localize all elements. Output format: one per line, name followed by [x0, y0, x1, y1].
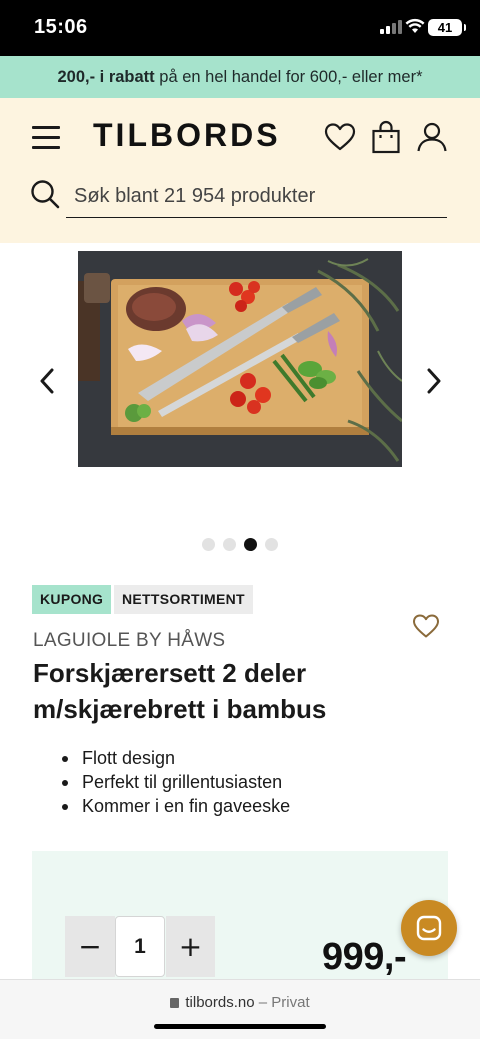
- product-brand[interactable]: LAGUIOLE BY HÅWS: [33, 630, 225, 652]
- lock-icon: [170, 998, 180, 1008]
- wifi-icon: [405, 18, 425, 33]
- add-to-favorites-heart-icon[interactable]: [412, 613, 440, 639]
- private-mode-label: Privat: [271, 994, 310, 1011]
- feature-item: Flott design: [62, 746, 290, 770]
- search-input[interactable]: [66, 176, 447, 218]
- previous-image-arrow-icon[interactable]: [35, 366, 61, 396]
- product-image[interactable]: [78, 251, 402, 467]
- status-time: 15:06: [34, 16, 88, 38]
- cellular-signal-icon: [380, 20, 402, 34]
- site-logo[interactable]: TILBORDS: [93, 117, 281, 154]
- badge-kupong: KUPONG: [32, 585, 112, 614]
- url-domain: tilbords.no: [185, 994, 255, 1011]
- user-account-icon[interactable]: [416, 121, 448, 153]
- increase-quantity-button[interactable]: +: [166, 916, 215, 977]
- product-photo: [78, 251, 402, 467]
- chat-bubble-icon: [416, 915, 442, 941]
- promo-text: på en hel handel for 600,- eller mer*: [154, 68, 423, 86]
- gallery-dot[interactable]: [223, 538, 236, 551]
- wishlist-heart-icon[interactable]: [324, 122, 356, 152]
- gallery-pagination: [200, 538, 282, 552]
- quantity-field[interactable]: 1: [115, 916, 165, 977]
- gallery-dot[interactable]: [202, 538, 215, 551]
- browser-address-bar[interactable]: tilbords.no – Privat: [0, 979, 480, 1039]
- product-title: Forskjærersett 2 deler m/skjærebrett i b…: [33, 658, 327, 724]
- home-indicator[interactable]: [154, 1024, 326, 1029]
- search-icon[interactable]: [30, 179, 60, 209]
- shopping-bag-icon[interactable]: [371, 120, 401, 154]
- hamburger-menu-icon[interactable]: [32, 126, 60, 150]
- battery-indicator: 41: [428, 19, 466, 36]
- chat-support-button[interactable]: [401, 900, 457, 956]
- feature-item: Kommer i en fin gaveeske: [62, 794, 290, 818]
- status-bar: 15:06 41: [0, 0, 480, 56]
- address-url[interactable]: tilbords.no – Privat: [0, 994, 480, 1011]
- badge-nettsortiment: NETTSORTIMENT: [114, 585, 253, 614]
- next-image-arrow-icon[interactable]: [420, 366, 446, 396]
- product-price: 999,-: [322, 936, 407, 978]
- promo-banner[interactable]: 200,- i rabatt på en hel handel for 600,…: [0, 56, 480, 98]
- gallery-dot-active[interactable]: [244, 538, 257, 551]
- decrease-quantity-button[interactable]: −: [65, 916, 115, 977]
- gallery-dot[interactable]: [265, 538, 278, 551]
- promo-highlight: 200,- i rabatt: [57, 68, 155, 86]
- url-separator: –: [254, 994, 272, 1011]
- feature-item: Perfekt til grillentusiasten: [62, 770, 290, 794]
- product-features: Flott design Perfekt til grillentusiaste…: [62, 746, 290, 818]
